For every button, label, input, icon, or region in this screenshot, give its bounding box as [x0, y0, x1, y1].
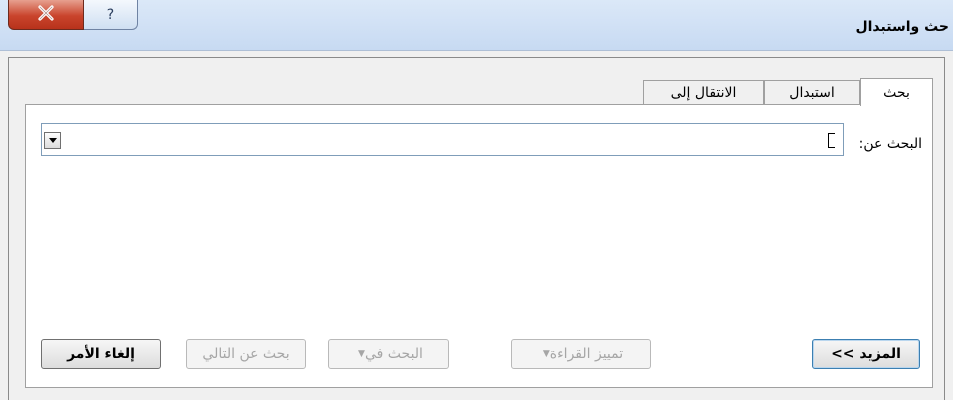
tab-find-label: بحث [883, 84, 910, 101]
cancel-label: إلغاء الأمر [67, 346, 135, 362]
tab-goto-label: الانتقال إلى [670, 84, 737, 101]
find-next-label: بحث عن التالي [202, 346, 290, 362]
title-bar: ? حث واستبدال [0, 0, 953, 51]
dropdown-arrow-icon: ▼ [358, 349, 365, 359]
chevron-down-icon [48, 138, 57, 143]
close-icon [37, 4, 55, 25]
tab-find[interactable]: بحث [860, 78, 933, 106]
window-title: حث واستبدال [855, 19, 949, 35]
find-what-combo[interactable] [41, 123, 844, 156]
reading-highlight-label: تمييز القراءة [549, 346, 624, 362]
reading-highlight-button[interactable]: تمييز القراءة ▼ [511, 339, 651, 369]
find-panel: البحث عن: المزيد >> تمييز القراءة ▼ البح… [25, 104, 933, 388]
more-button-label: المزيد >> [831, 346, 901, 362]
find-next-button[interactable]: بحث عن التالي [186, 339, 306, 369]
help-button[interactable]: ? [84, 0, 138, 30]
find-what-label: البحث عن: [858, 136, 922, 152]
find-history-dropdown-button[interactable] [44, 132, 61, 149]
tab-replace-label: استبدال [789, 84, 835, 101]
dropdown-arrow-icon: ▼ [542, 349, 550, 359]
find-in-label: البحث في [364, 346, 423, 362]
find-what-input[interactable] [70, 124, 842, 155]
tab-replace[interactable]: استبدال [764, 80, 860, 104]
find-in-button[interactable]: البحث في ▼ [328, 339, 449, 369]
help-icon: ? [106, 6, 115, 23]
close-button[interactable] [8, 0, 84, 30]
cancel-button[interactable]: إلغاء الأمر [41, 339, 161, 369]
tab-goto[interactable]: الانتقال إلى [643, 80, 764, 104]
text-caret [828, 133, 835, 148]
more-button[interactable]: المزيد >> [812, 339, 920, 369]
